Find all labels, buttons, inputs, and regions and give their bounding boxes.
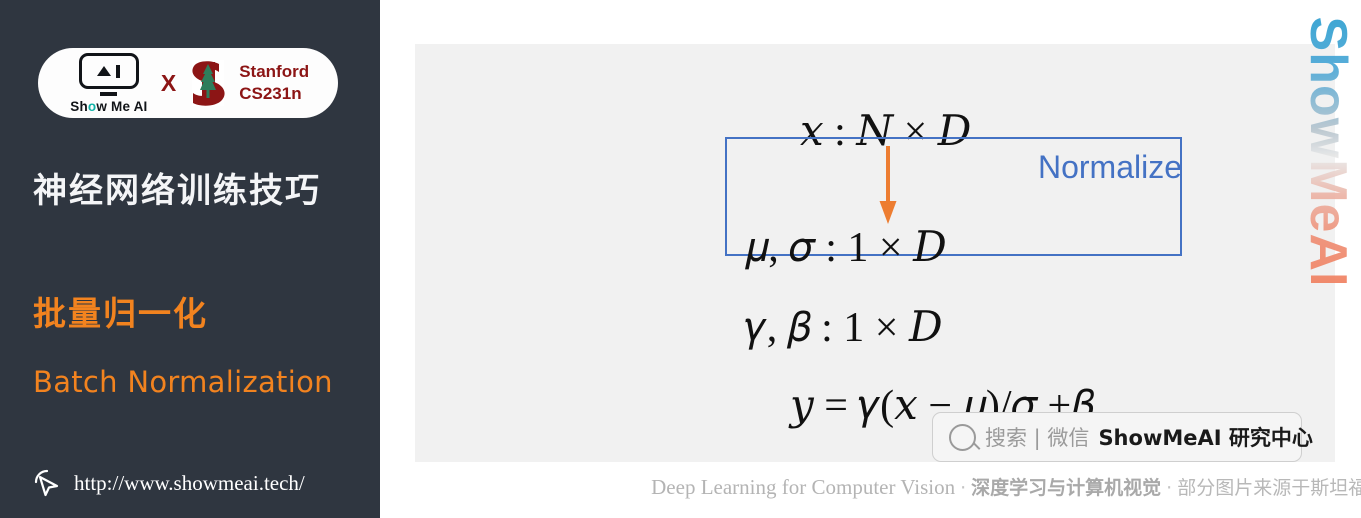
footer-sep-1: · (960, 477, 967, 499)
showmeai-logo: Show Me AI (67, 53, 151, 113)
stanford-s-svg (192, 60, 225, 106)
stanford-line-1: Stanford (239, 62, 310, 82)
search-icon (949, 423, 976, 451)
watermark-text: ShowMeAI (1299, 16, 1357, 288)
footer-sep-2: · (1166, 477, 1173, 499)
formula-params-shape: 𝛾, 𝛽 : 1 × 𝐷 (745, 305, 943, 351)
bar-shape-icon (116, 64, 121, 78)
slide-canvas: 𝑥 : 𝑁 × 𝐷 Normalize 𝜇, 𝜎 : 1 × 𝐷 𝛾, 𝛽 : … (415, 44, 1335, 462)
showmeai-stem-icon (100, 92, 118, 96)
showmeai-glyph-icon (78, 53, 139, 89)
sidebar-topic-cn: 批量归一化 (33, 294, 208, 333)
stanford-logo: Stanford CS231n (186, 58, 309, 108)
stanford-label: Stanford CS231n (239, 61, 309, 105)
down-arrow-icon (879, 146, 897, 224)
cross-symbol: X (160, 69, 177, 96)
cursor-pointer-icon (34, 469, 59, 497)
formula-stats-shape: 𝜇, 𝜎 : 1 × 𝐷 (745, 225, 947, 271)
showmeai-wordmark: Show Me AI (70, 98, 148, 114)
sidebar-url-text: http://www.showmeai.tech/ (74, 470, 305, 495)
sidebar: Show Me AI X Stanford CS231n 神经网络训练技巧 批量… (0, 0, 380, 518)
slide-page: Show Me AI X Stanford CS231n 神经网络训练技巧 批量… (0, 0, 1361, 518)
sidebar-url-row[interactable]: http://www.showmeai.tech/ (30, 466, 305, 500)
sidebar-title: 神经网络训练技巧 (33, 171, 321, 211)
footer-chinese-bold: 深度学习与计算机视觉 (971, 477, 1162, 499)
wechat-search-bar[interactable]: 搜索 | 微信 ShowMeAI 研究中心 (932, 412, 1313, 462)
showmeai-watermark: ShowMeAI (1297, 17, 1359, 288)
footer-english: Deep Learning for Computer Vision (651, 475, 956, 499)
brand-logo-pill: Show Me AI X Stanford CS231n (38, 48, 338, 118)
search-placeholder: 搜索 | 微信 (985, 426, 1090, 450)
search-brand-label: ShowMeAI 研究中心 (1098, 426, 1313, 450)
footer-chinese-note: 部分图片来源于斯坦福CS231n课件 (1177, 477, 1361, 499)
stanford-line-2: CS231n (239, 84, 302, 103)
footer-bar: Deep Learning for Computer Vision · 深度学习与计… (415, 473, 1361, 500)
stanford-s-icon (186, 58, 230, 108)
main-content: 𝑥 : 𝑁 × 𝐷 Normalize 𝜇, 𝜎 : 1 × 𝐷 𝛾, 𝛽 : … (380, 0, 1361, 518)
caret-shape-icon (97, 66, 112, 76)
sidebar-topic-en: Batch Normalization (33, 365, 333, 399)
normalize-label: Normalize (1037, 149, 1182, 185)
